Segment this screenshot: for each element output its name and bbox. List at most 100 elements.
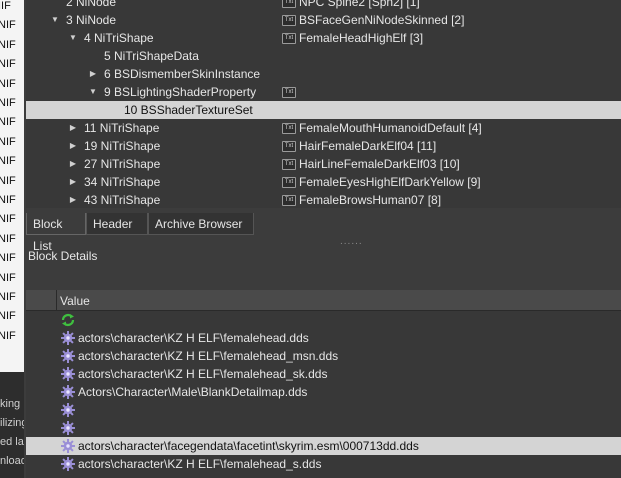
details-row[interactable]: actors\character\facegendata\facetint\sk…: [26, 437, 621, 455]
text-note-icon: Txt: [282, 0, 296, 8]
tree-row[interactable]: 10 BSShaderTextureSet: [26, 101, 621, 119]
tree-row-name: 43 NiTriShape: [84, 193, 161, 207]
expanded-arrow-icon[interactable]: ▼: [68, 29, 78, 47]
details-row[interactable]: actors\character\KZ H ELF\femalehead_msn…: [26, 347, 621, 365]
gear-icon[interactable]: [60, 384, 76, 400]
gear-icon[interactable]: [60, 348, 76, 364]
tree-row-value: BSFaceGenNiNodeSkinned [2]: [299, 13, 465, 27]
background-dark-label: ilizing: [0, 417, 24, 429]
tree-row-name: 34 NiTriShape: [84, 175, 161, 189]
texture-path: actors\character\KZ H ELF\femalehead_s.d…: [78, 457, 322, 471]
background-dark-label: ed lar: [0, 436, 24, 448]
collapsed-arrow-icon[interactable]: ▶: [68, 119, 78, 137]
background-label: NIF: [0, 58, 16, 71]
gear-icon[interactable]: [60, 330, 76, 346]
tree-row-value: FemaleMouthHumanoidDefault [4]: [299, 121, 482, 135]
collapsed-arrow-icon[interactable]: ▶: [68, 173, 78, 191]
tree-row-value: NPC Spine2 [Spn2] [1]: [299, 0, 420, 9]
background-label: NIF: [0, 194, 16, 206]
text-note-icon: Txt: [282, 177, 296, 188]
background-label: NIF: [0, 252, 16, 265]
background-label: NIF: [0, 77, 16, 90]
details-row[interactable]: [26, 419, 621, 437]
splitter-handle[interactable]: ......: [340, 236, 363, 247]
collapsed-arrow-icon[interactable]: ▶: [68, 155, 78, 173]
tab-archive-browser[interactable]: Archive Browser: [148, 213, 254, 235]
collapsed-arrow-icon[interactable]: ▶: [88, 65, 98, 83]
text-note-icon: Txt: [282, 87, 296, 98]
background-label: NIF: [0, 19, 16, 32]
texture-path: actors\character\KZ H ELF\femalehead.dds: [78, 331, 309, 345]
tree-row-value: HairFemaleDarkElf04 [11]: [299, 139, 437, 153]
tree-row-name: 10 BSShaderTextureSet: [124, 103, 253, 117]
tree-row-name: 4 NiTriShape: [84, 31, 154, 45]
block-details-table[interactable]: Value actors\character\KZ H ELF\femalehe…: [26, 290, 621, 478]
gear-icon[interactable]: [60, 402, 76, 418]
tree-row-name: 19 NiTriShape: [84, 139, 161, 153]
block-tree[interactable]: 2 NiNode Txt NPC Spine2 [Spn2] [1] ▼ 3 NiNod…: [26, 0, 621, 208]
gear-icon[interactable]: [60, 366, 76, 382]
expanded-arrow-icon[interactable]: ▼: [88, 83, 98, 101]
collapsed-arrow-icon[interactable]: ▶: [68, 191, 78, 208]
tab-bar: Block List Header Archive Browser: [26, 213, 621, 253]
tree-row[interactable]: 2 NiNode Txt NPC Spine2 [Spn2] [1]: [26, 0, 621, 11]
text-note-icon: Txt: [282, 33, 296, 44]
background-label: NIF: [0, 97, 16, 109]
background-label: NIF: [0, 116, 16, 129]
tree-row-value: FemaleHeadHighElf [3]: [299, 31, 424, 45]
refresh-icon[interactable]: [60, 312, 76, 328]
texture-path: actors\character\KZ H ELF\femalehead_msn…: [78, 349, 339, 363]
background-label: NIF: [0, 213, 16, 226]
tree-row-name: 27 NiTriShape: [84, 157, 161, 171]
tree-row[interactable]: 5 NiTriShapeData: [26, 47, 621, 65]
tab-header[interactable]: Header: [86, 213, 148, 235]
tree-row-value: HairLineFemaleDarkElf03 [10]: [299, 157, 460, 171]
gear-icon[interactable]: [60, 456, 76, 472]
background-label: NIF: [0, 291, 16, 303]
details-header-spacer: [26, 290, 57, 310]
tree-row[interactable]: ▼ 3 NiNode Txt BSFaceGenNiNodeSkinned [2]: [26, 11, 621, 29]
details-header: Value: [26, 290, 621, 311]
tree-row[interactable]: ▶ 43 NiTriShape Txt FemaleBrowsHuman07 [8]: [26, 191, 621, 208]
background-dark-label: nload: [0, 455, 24, 467]
text-note-icon: Txt: [282, 195, 296, 206]
tree-row[interactable]: ▶ 34 NiTriShape Txt FemaleEyesHighElfDarkYe…: [26, 173, 621, 191]
tree-row[interactable]: ▼ 4 NiTriShape Txt FemaleHeadHighElf [3]: [26, 29, 621, 47]
details-row[interactable]: Actors\Character\Male\BlankDetailmap.dds: [26, 383, 621, 401]
background-label: IIF: [0, 0, 11, 12]
details-row[interactable]: actors\character\KZ H ELF\femalehead_s.d…: [26, 455, 621, 473]
tree-row[interactable]: ▶ 19 NiTriShape Txt HairFemaleDarkElf04 [11…: [26, 137, 621, 155]
tree-row[interactable]: ▶ 6 BSDismemberSkinInstance: [26, 65, 621, 83]
tree-row-name: 6 BSDismemberSkinInstance: [104, 67, 261, 81]
details-row[interactable]: actors\character\KZ H ELF\femalehead.dds: [26, 329, 621, 347]
block-details-title: Block Details: [28, 249, 98, 263]
expanded-arrow-icon[interactable]: ▼: [50, 11, 60, 29]
text-note-icon: Txt: [282, 141, 296, 152]
tab-block-list[interactable]: Block List: [26, 213, 86, 253]
details-row[interactable]: [26, 401, 621, 419]
collapsed-arrow-icon[interactable]: ▶: [68, 137, 78, 155]
gear-icon[interactable]: [60, 420, 76, 436]
background-dark-label: king: [0, 398, 21, 410]
background-label: NIF: [0, 271, 16, 284]
background-label: NIF: [0, 174, 16, 187]
nifskope-window: 2 NiNode Txt NPC Spine2 [Spn2] [1] ▼ 3 NiNod…: [24, 0, 621, 478]
tree-row-value: FemaleEyesHighElfDarkYellow [9]: [299, 175, 481, 189]
background-label: NIF: [0, 310, 16, 323]
gear-icon[interactable]: [60, 438, 76, 454]
text-note-icon: Txt: [282, 123, 296, 134]
value-column-header[interactable]: Value: [60, 294, 90, 308]
tree-row[interactable]: ▶ 11 NiTriShape Txt FemaleMouthHumanoidDefa…: [26, 119, 621, 137]
tree-row-name: 5 NiTriShapeData: [104, 49, 199, 63]
details-row[interactable]: actors\character\KZ H ELF\femalehead_sk.…: [26, 365, 621, 383]
details-row[interactable]: [26, 311, 621, 329]
tree-row-name: 2 NiNode: [66, 0, 117, 9]
background-label: NIF: [0, 135, 16, 148]
tree-row[interactable]: ▼ 9 BSLightingShaderProperty Txt: [26, 83, 621, 101]
text-note-icon: Txt: [282, 159, 296, 170]
tree-row[interactable]: ▶ 27 NiTriShape Txt HairLineFemaleDarkElf03…: [26, 155, 621, 173]
background-label: NIF: [0, 38, 16, 51]
tree-row-name: 11 NiTriShape: [84, 121, 160, 135]
texture-path: actors\character\KZ H ELF\femalehead_sk.…: [78, 367, 328, 381]
tree-row-value: FemaleBrowsHuman07 [8]: [299, 193, 442, 207]
